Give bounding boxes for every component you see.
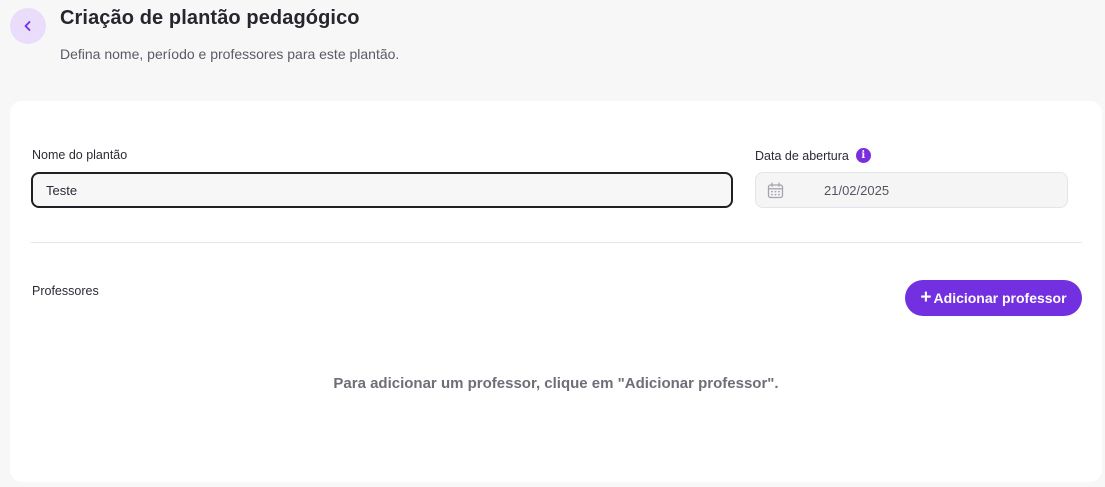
form-card: Nome do plantão Data de abertura i 21/02… [10, 101, 1102, 482]
chevron-left-icon [24, 21, 31, 31]
date-value: 21/02/2025 [824, 183, 890, 198]
name-field-label: Nome do plantão [32, 148, 128, 162]
date-field-label: Data de abertura [755, 148, 849, 163]
page-subtitle: Defina nome, período e professores para … [60, 46, 400, 62]
add-teacher-button-label: Adicionar professor [933, 290, 1067, 306]
name-input[interactable] [31, 172, 733, 208]
calendar-icon [767, 182, 784, 199]
date-field-label-row: Data de abertura i [755, 148, 871, 163]
page-title: Criação de plantão pedagógico [60, 7, 360, 29]
section-divider [31, 242, 1082, 243]
add-teacher-button[interactable]: + Adicionar professor [905, 280, 1082, 316]
info-icon[interactable]: i [855, 148, 871, 163]
plus-icon: + [920, 286, 932, 308]
teachers-label: Professores [32, 284, 99, 298]
back-button[interactable] [10, 8, 46, 44]
empty-state-message: Para adicionar um professor, clique em "… [333, 375, 779, 392]
date-field[interactable]: 21/02/2025 [755, 172, 1068, 208]
